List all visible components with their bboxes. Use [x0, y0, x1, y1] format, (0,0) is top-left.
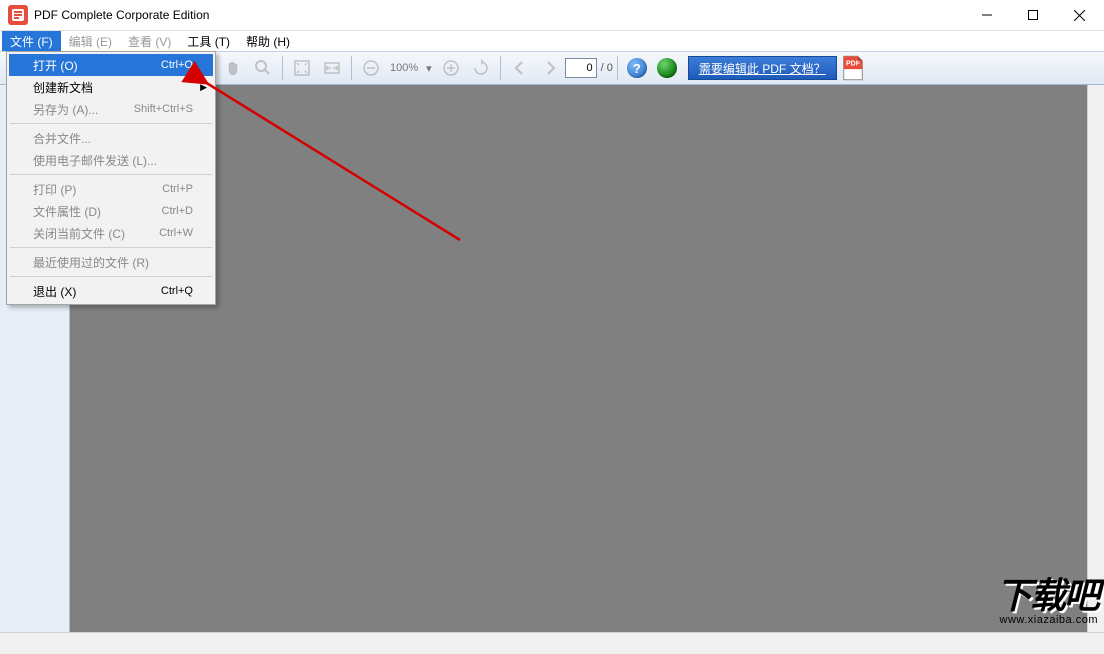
web-icon[interactable]	[653, 54, 681, 82]
status-bar	[0, 632, 1104, 654]
svg-text:PDF: PDF	[846, 61, 861, 68]
menu-separator	[10, 123, 212, 124]
fit-page-icon[interactable]	[288, 54, 316, 82]
app-icon	[8, 5, 28, 25]
menu-item-properties[interactable]: 文件属性 (D) Ctrl+D	[9, 200, 213, 222]
close-button[interactable]	[1056, 0, 1102, 30]
menu-item-print[interactable]: 打印 (P) Ctrl+P	[9, 178, 213, 200]
menu-separator	[10, 276, 212, 277]
document-viewport[interactable]	[70, 85, 1087, 632]
zoom-level: 100%	[390, 62, 418, 74]
fit-width-icon[interactable]	[318, 54, 346, 82]
menu-tools[interactable]: 工具 (T)	[179, 31, 238, 52]
hand-tool-icon[interactable]	[219, 54, 247, 82]
window-title: PDF Complete Corporate Edition	[34, 8, 964, 22]
zoom-dropdown-icon[interactable]: ▾	[426, 62, 432, 75]
minimize-button[interactable]	[964, 0, 1010, 30]
prev-page-icon[interactable]	[506, 54, 534, 82]
help-icon[interactable]: ?	[623, 54, 651, 82]
menu-view[interactable]: 查看 (V)	[120, 31, 179, 52]
menu-item-exit[interactable]: 退出 (X) Ctrl+Q	[9, 280, 213, 302]
menu-item-save-as[interactable]: 另存为 (A)... Shift+Ctrl+S	[9, 98, 213, 120]
page-number-input[interactable]	[565, 58, 597, 78]
submenu-arrow-icon: ▶	[200, 82, 207, 93]
menu-file[interactable]: 文件 (F)	[2, 31, 61, 52]
page-total: / 0	[601, 62, 613, 74]
menu-item-new-document[interactable]: 创建新文档 ▶	[9, 76, 213, 98]
pdf-badge-icon: PDF	[839, 54, 867, 82]
menu-item-open[interactable]: 打开 (O) Ctrl+O	[9, 54, 213, 76]
menu-item-recent[interactable]: 最近使用过的文件 (R)	[9, 251, 213, 273]
file-dropdown-menu: 打开 (O) Ctrl+O 创建新文档 ▶ 另存为 (A)... Shift+C…	[6, 51, 216, 305]
menu-separator	[10, 174, 212, 175]
title-bar: PDF Complete Corporate Edition	[0, 0, 1104, 31]
next-page-icon[interactable]	[536, 54, 564, 82]
rotate-icon[interactable]	[467, 54, 495, 82]
vertical-scrollbar[interactable]	[1087, 85, 1104, 632]
menu-item-merge[interactable]: 合并文件...	[9, 127, 213, 149]
zoom-out-icon[interactable]	[357, 54, 385, 82]
menu-item-email[interactable]: 使用电子邮件发送 (L)...	[9, 149, 213, 171]
menu-bar: 文件 (F) 编辑 (E) 查看 (V) 工具 (T) 帮助 (H)	[0, 31, 1104, 51]
zoom-in-icon[interactable]	[437, 54, 465, 82]
edit-pdf-banner[interactable]: 需要编辑此 PDF 文档？	[688, 56, 837, 80]
maximize-button[interactable]	[1010, 0, 1056, 30]
menu-edit[interactable]: 编辑 (E)	[61, 31, 120, 52]
window-controls	[964, 0, 1102, 30]
magnify-tool-icon[interactable]	[249, 54, 277, 82]
menu-item-close-file[interactable]: 关闭当前文件 (C) Ctrl+W	[9, 222, 213, 244]
menu-help[interactable]: 帮助 (H)	[238, 31, 298, 52]
menu-separator	[10, 247, 212, 248]
